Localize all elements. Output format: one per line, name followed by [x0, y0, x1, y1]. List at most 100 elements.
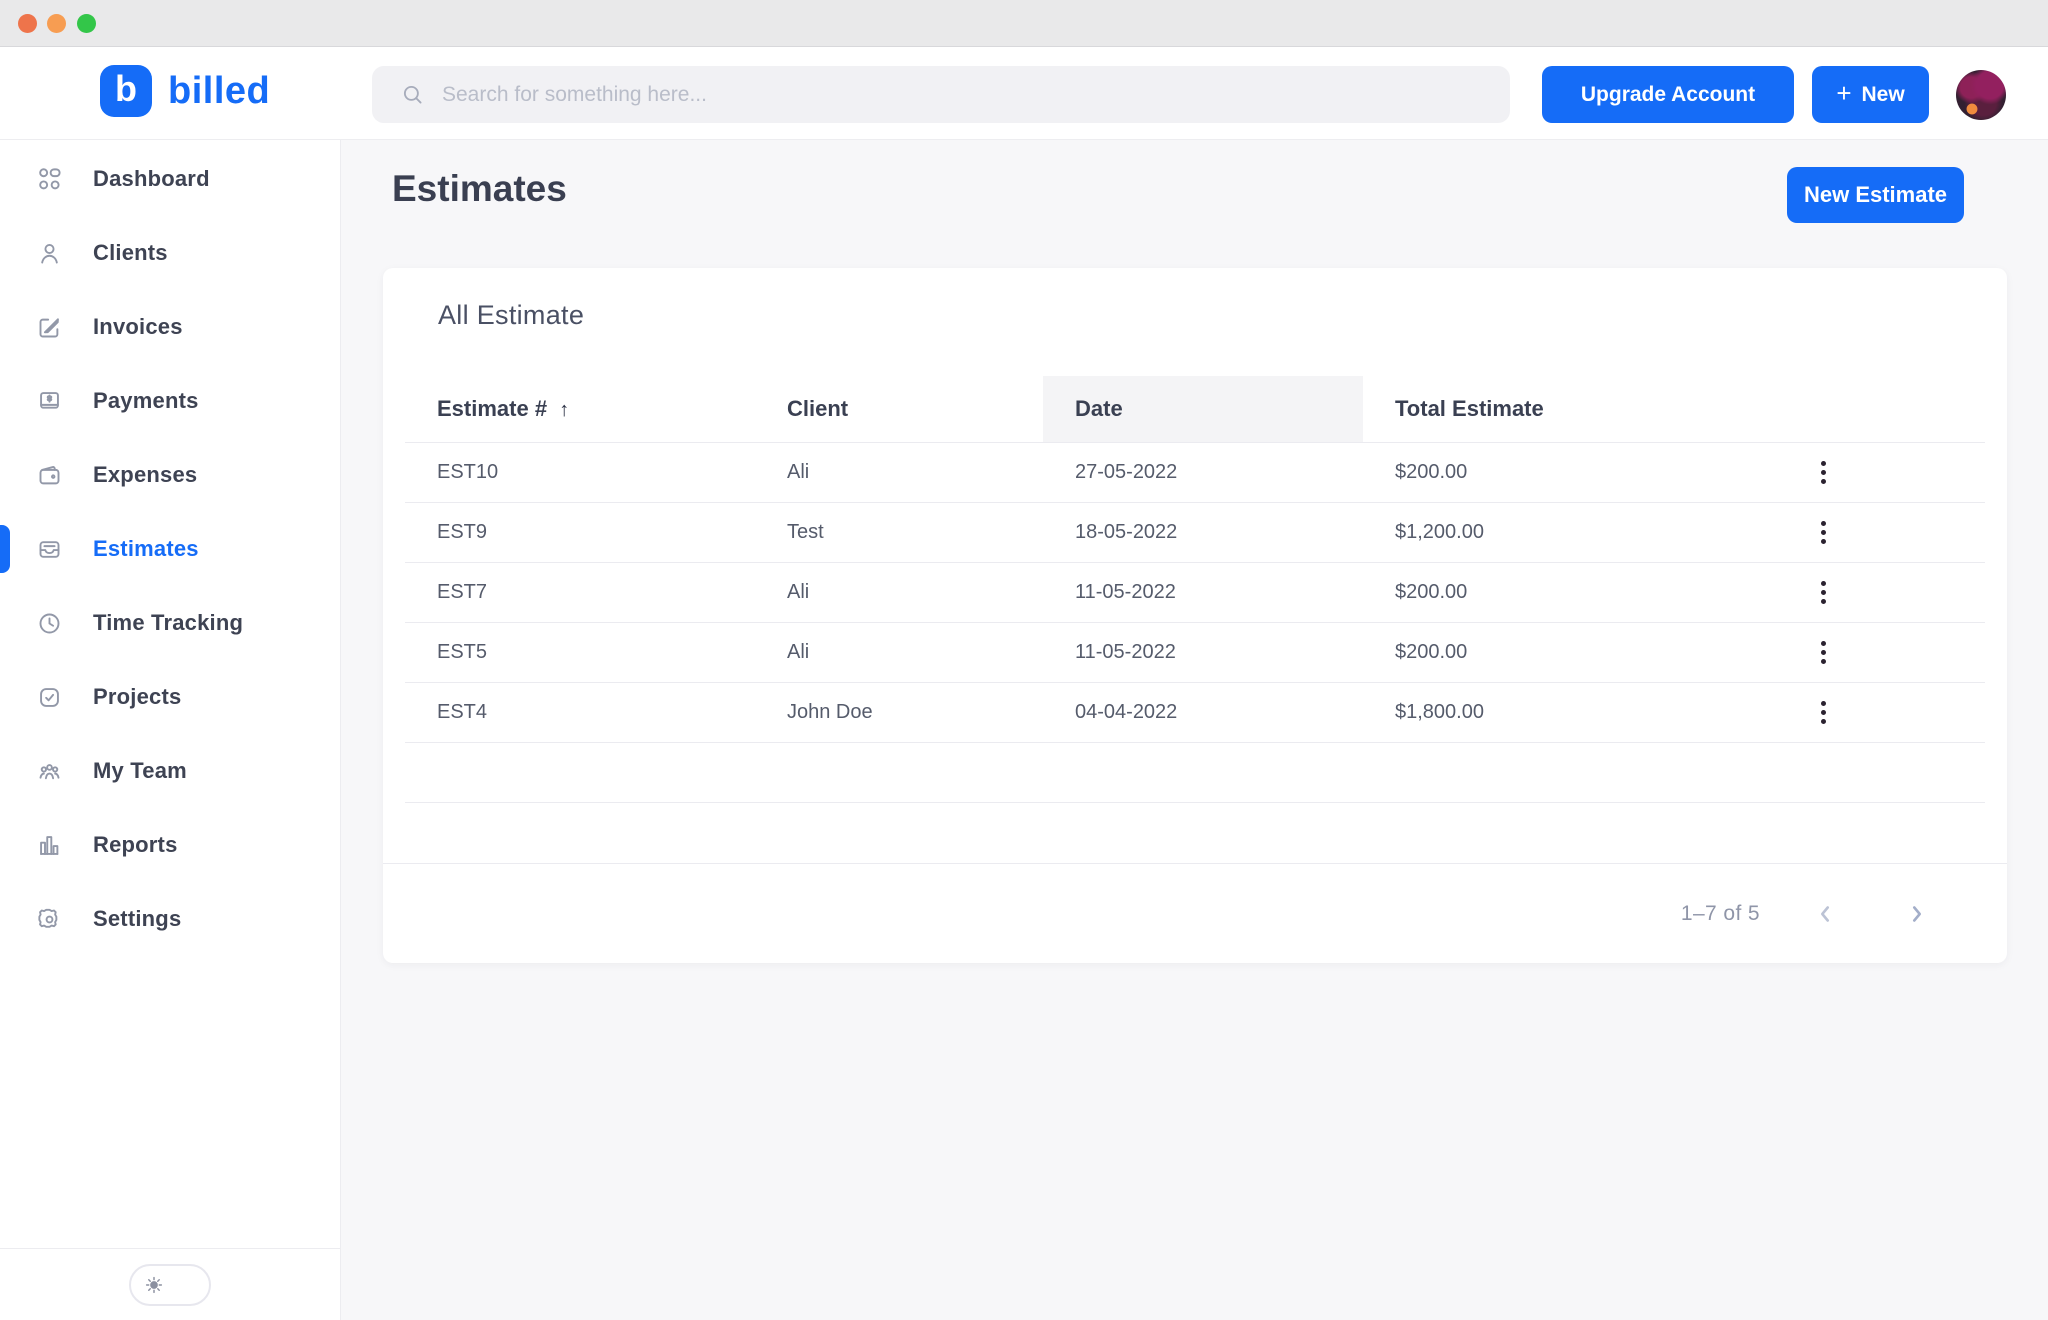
table-row[interactable]: EST7 Ali 11-05-2022 $200.00	[405, 562, 1985, 622]
cell-date: 27-05-2022	[1043, 442, 1363, 502]
table-row[interactable]: EST9 Test 18-05-2022 $1,200.00	[405, 502, 1985, 562]
new-estimate-button[interactable]: New Estimate	[1787, 167, 1964, 223]
sidebar-item-label: Expenses	[93, 462, 197, 488]
sidebar-item-label: Settings	[93, 906, 181, 932]
column-header-client[interactable]: Client	[755, 376, 1043, 442]
new-button-label: New	[1862, 83, 1905, 107]
estimates-card: All Estimate Estimate # ↑ Client Date To…	[383, 268, 2007, 963]
sort-ascending-icon: ↑	[559, 399, 569, 421]
active-indicator	[0, 525, 10, 573]
column-header-estimate[interactable]: Estimate # ↑	[405, 376, 755, 442]
row-actions-kebab-icon[interactable]	[1803, 452, 1843, 492]
row-actions-kebab-icon[interactable]	[1803, 692, 1843, 732]
sidebar-item-dashboard[interactable]: Dashboard	[0, 142, 340, 216]
sidebar-item-projects[interactable]: Projects	[0, 660, 340, 734]
sidebar-item-label: Invoices	[93, 314, 183, 340]
invoices-icon	[36, 314, 63, 341]
cell-estimate-id: EST4	[405, 682, 755, 742]
cell-total: $200.00	[1363, 622, 1681, 682]
logo-icon: b	[100, 65, 152, 117]
estimates-icon	[36, 536, 63, 563]
cell-date: 18-05-2022	[1043, 502, 1363, 562]
app-header: b billed Upgrade Account + New	[0, 47, 2048, 140]
cell-estimate-id: EST9	[405, 502, 755, 562]
table-row[interactable]: EST5 Ali 11-05-2022 $200.00	[405, 622, 1985, 682]
cell-date: 04-04-2022	[1043, 682, 1363, 742]
payments-icon	[36, 388, 63, 415]
cell-client: Ali	[755, 442, 1043, 502]
window-titlebar	[0, 0, 2048, 47]
cell-total: $1,800.00	[1363, 682, 1681, 742]
next-page-button[interactable]	[1897, 894, 1937, 934]
chevron-left-icon	[1812, 901, 1838, 927]
empty-table-row	[405, 742, 1985, 802]
column-header-actions	[1681, 376, 1985, 442]
pagination-label: 1–7 of 5	[1681, 902, 1760, 926]
sidebar-item-label: Projects	[93, 684, 181, 710]
pagination: 1–7 of 5	[383, 863, 2007, 963]
sidebar-item-label: Dashboard	[93, 166, 210, 192]
expenses-icon	[36, 462, 63, 489]
empty-table-row	[405, 802, 1985, 862]
page-title: Estimates	[392, 168, 567, 210]
sidebar-footer	[0, 1248, 340, 1320]
sidebar-item-label: Payments	[93, 388, 199, 414]
sidebar-item-label: Clients	[93, 240, 168, 266]
cell-client: Ali	[755, 562, 1043, 622]
theme-toggle[interactable]	[129, 1264, 211, 1306]
close-window-icon[interactable]	[18, 14, 37, 33]
sidebar-item-settings[interactable]: Settings	[0, 882, 340, 956]
sun-icon	[143, 1274, 165, 1296]
sidebar-item-label: My Team	[93, 758, 187, 784]
sidebar-item-reports[interactable]: Reports	[0, 808, 340, 882]
table-row[interactable]: EST4 John Doe 04-04-2022 $1,800.00	[405, 682, 1985, 742]
sidebar: Dashboard Clients Invoices Payments	[0, 140, 341, 1320]
logo-text: billed	[168, 70, 270, 113]
cell-total: $200.00	[1363, 562, 1681, 622]
cell-total: $1,200.00	[1363, 502, 1681, 562]
cell-estimate-id: EST10	[405, 442, 755, 502]
column-header-label: Estimate #	[437, 396, 547, 421]
sidebar-item-label: Time Tracking	[93, 610, 243, 636]
cell-total: $200.00	[1363, 442, 1681, 502]
reports-icon	[36, 832, 63, 859]
sidebar-item-my-team[interactable]: My Team	[0, 734, 340, 808]
plus-icon: +	[1836, 78, 1851, 109]
my-team-icon	[36, 758, 63, 785]
time-tracking-icon	[36, 610, 63, 637]
global-search	[372, 66, 1510, 123]
upgrade-account-button[interactable]: Upgrade Account	[1542, 66, 1794, 123]
table-row[interactable]: EST10 Ali 27-05-2022 $200.00	[405, 442, 1985, 502]
chevron-right-icon	[1904, 901, 1930, 927]
previous-page-button[interactable]	[1805, 894, 1845, 934]
main-content: Estimates New Estimate All Estimate Esti…	[341, 140, 2048, 1320]
row-actions-kebab-icon[interactable]	[1803, 632, 1843, 672]
new-button[interactable]: + New	[1812, 66, 1929, 123]
sidebar-item-estimates[interactable]: Estimates	[0, 512, 340, 586]
cell-client: Test	[755, 502, 1043, 562]
zoom-window-icon[interactable]	[77, 14, 96, 33]
sidebar-item-invoices[interactable]: Invoices	[0, 290, 340, 364]
card-title: All Estimate	[438, 300, 584, 331]
cell-estimate-id: EST7	[405, 562, 755, 622]
row-actions-kebab-icon[interactable]	[1803, 512, 1843, 552]
sidebar-item-label: Estimates	[93, 536, 199, 562]
cell-date: 11-05-2022	[1043, 562, 1363, 622]
sidebar-item-time-tracking[interactable]: Time Tracking	[0, 586, 340, 660]
clients-icon	[36, 240, 63, 267]
sidebar-item-expenses[interactable]: Expenses	[0, 438, 340, 512]
dashboard-icon	[36, 166, 63, 193]
search-input[interactable]	[442, 66, 1510, 123]
cell-estimate-id: EST5	[405, 622, 755, 682]
minimize-window-icon[interactable]	[47, 14, 66, 33]
user-avatar[interactable]	[1956, 70, 2006, 120]
estimates-table: Estimate # ↑ Client Date Total Estimate …	[405, 376, 1985, 862]
column-header-date[interactable]: Date	[1043, 376, 1363, 442]
app-logo[interactable]: b billed	[100, 65, 270, 117]
cell-date: 11-05-2022	[1043, 622, 1363, 682]
row-actions-kebab-icon[interactable]	[1803, 572, 1843, 612]
settings-icon	[36, 906, 63, 933]
sidebar-item-payments[interactable]: Payments	[0, 364, 340, 438]
sidebar-item-clients[interactable]: Clients	[0, 216, 340, 290]
column-header-total[interactable]: Total Estimate	[1363, 376, 1681, 442]
